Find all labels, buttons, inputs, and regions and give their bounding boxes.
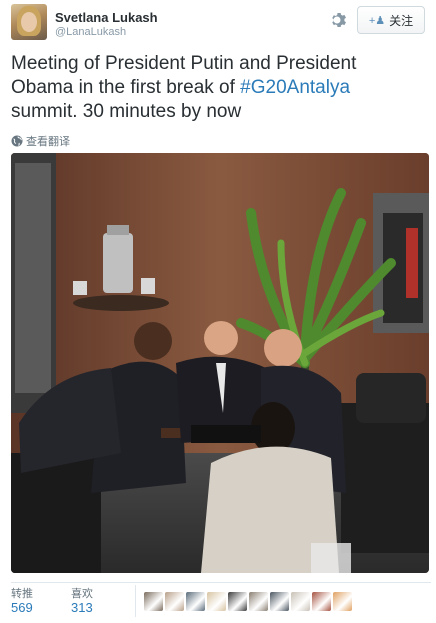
favoriter-avatar[interactable] — [333, 592, 352, 611]
tweet-text-after: summit. 30 minutes by now — [11, 101, 242, 122]
retweet-label: 转推 — [11, 588, 33, 600]
favoriter-avatar[interactable] — [207, 592, 226, 611]
favorite-label: 喜欢 — [71, 588, 93, 600]
favorite-stat[interactable]: 喜欢 313 — [71, 585, 93, 615]
hashtag-link[interactable]: #G20Antalya — [240, 77, 350, 98]
stats-divider — [135, 585, 136, 617]
follow-button[interactable]: +♟ 关注 — [357, 6, 425, 34]
retweet-count: 569 — [11, 600, 33, 615]
favorite-count: 313 — [71, 600, 93, 615]
favoriter-avatar[interactable] — [144, 592, 163, 611]
favoriter-avatar[interactable] — [228, 592, 247, 611]
display-name[interactable]: Svetlana Lukash — [55, 10, 158, 25]
tweet-stats: 转推 569 喜欢 313 — [11, 582, 431, 618]
favoriter-avatar[interactable] — [165, 592, 184, 611]
favoriter-avatar[interactable] — [270, 592, 289, 611]
tweet-photo[interactable] — [11, 153, 429, 573]
favoriter-avatar[interactable] — [186, 592, 205, 611]
favoriter-avatar[interactable] — [312, 592, 331, 611]
follow-button-label: 关注 — [389, 13, 414, 28]
favoriter-avatars — [144, 592, 352, 611]
globe-icon — [11, 135, 23, 147]
gear-icon[interactable] — [329, 10, 349, 30]
translate-label: 查看翻译 — [26, 136, 70, 148]
user-handle[interactable]: @LanaLukash — [55, 26, 126, 38]
tweet-text: Meeting of President Putin and President… — [11, 52, 421, 124]
translate-link[interactable]: 查看翻译 — [11, 133, 70, 149]
favoriter-avatar[interactable] — [291, 592, 310, 611]
avatar[interactable] — [11, 4, 47, 40]
retweet-stat[interactable]: 转推 569 — [11, 585, 33, 615]
tweet-header: Svetlana Lukash @LanaLukash +♟ 关注 — [11, 4, 425, 42]
photo-image — [11, 153, 429, 573]
favoriter-avatar[interactable] — [249, 592, 268, 611]
add-user-icon: +♟ — [368, 14, 386, 27]
